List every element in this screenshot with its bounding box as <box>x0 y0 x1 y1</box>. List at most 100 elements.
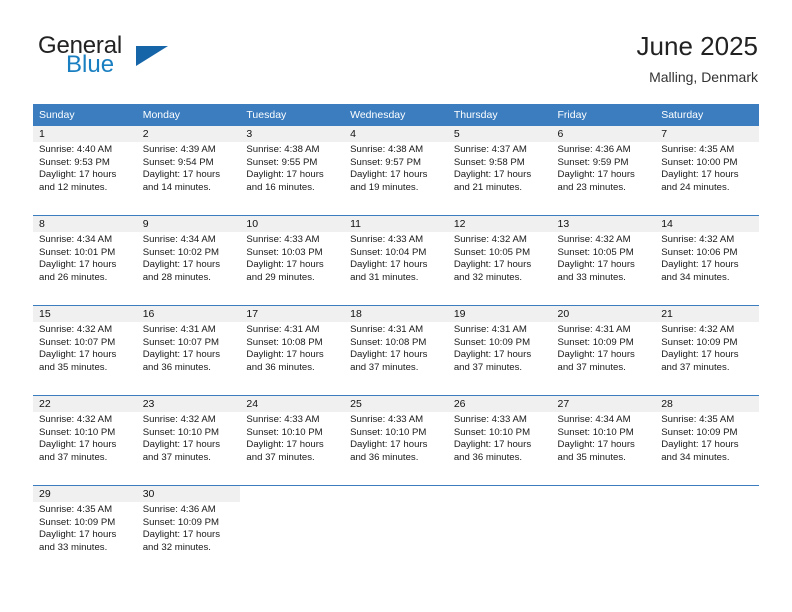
sunset-text: Sunset: 10:01 PM <box>39 246 116 258</box>
calendar-column-header-friday: Friday <box>551 104 656 126</box>
sunrise-text: Sunrise: 4:37 AM <box>453 144 527 155</box>
calendar-day-cell[interactable]: 3 Sunrise: 4:38 AM Sunset: 9:55 PM Daylight… <box>240 126 345 210</box>
calendar-week-row: 1 Sunrise: 4:40 AM Sunset: 9:53 PM Daylight… <box>33 126 759 210</box>
calendar-day-cell[interactable]: 10 Sunrise: 4:33 AM Sunset: 10:03 PM Daylig… <box>240 216 345 300</box>
day-number: 12 <box>447 216 552 232</box>
calendar-day-cell[interactable]: 2 Sunrise: 4:39 AM Sunset: 9:54 PM Daylight… <box>136 126 241 210</box>
sunset-text: Sunset: 10:09 PM <box>453 336 531 348</box>
sunset-text: Sunset: 9:58 PM <box>453 156 525 168</box>
sunrise-text: Sunrise: 4:32 AM <box>661 234 735 245</box>
calendar-day-cell[interactable]: 11 Sunrise: 4:33 AM Sunset: 10:04 PM Daylig… <box>344 216 448 300</box>
calendar-day-cell[interactable]: 12 Sunrise: 4:32 AM Sunset: 10:05 PM Daylig… <box>447 216 552 300</box>
calendar-column-header-saturday: Saturday <box>655 104 759 126</box>
calendar-cell: 28 Sunrise: 4:35 AM Sunset: 10:09 PM Daylig… <box>655 396 759 480</box>
day-number: 24 <box>240 396 345 412</box>
day-details: Sunrise: 4:32 AM Sunset: 10:10 PM Daylight… <box>137 412 241 464</box>
daylight-text-line1: Daylight: 17 hours <box>350 169 428 181</box>
sunset-text: Sunset: 10:04 PM <box>350 246 427 258</box>
day-number: 22 <box>33 396 137 412</box>
brand-logo[interactable]: General Blue <box>38 34 258 90</box>
calendar-cell: 14 Sunrise: 4:32 AM Sunset: 10:06 PM Daylig… <box>655 216 759 300</box>
calendar-day-cell[interactable]: 9 Sunrise: 4:34 AM Sunset: 10:02 PM Dayligh… <box>136 216 241 300</box>
calendar-day-cell[interactable]: 16 Sunrise: 4:31 AM Sunset: 10:07 PM Daylig… <box>136 306 241 390</box>
sunset-text: Sunset: 9:54 PM <box>142 156 214 168</box>
sunset-text: Sunset: 10:09 PM <box>661 336 738 348</box>
daylight-text-line2: and 37 minutes. <box>557 361 626 373</box>
calendar-day-cell[interactable]: 23 Sunrise: 4:32 AM Sunset: 10:10 PM Daylig… <box>136 396 241 480</box>
daylight-text-line1: Daylight: 17 hours <box>350 349 428 361</box>
daylight-text-line1: Daylight: 17 hours <box>246 349 324 361</box>
calendar-day-cell[interactable]: 28 Sunrise: 4:35 AM Sunset: 10:09 PM Daylig… <box>655 396 759 480</box>
day-details: Sunrise: 4:33 AM Sunset: 10:10 PM Daylight… <box>240 412 344 464</box>
calendar-empty-cell <box>240 486 345 570</box>
day-details: Sunrise: 4:34 AM Sunset: 10:02 PM Daylight… <box>137 232 241 284</box>
sunset-text: Sunset: 10:09 PM <box>39 516 116 528</box>
calendar-day-cell[interactable]: 4 Sunrise: 4:38 AM Sunset: 9:57 PM Daylight… <box>344 126 448 210</box>
day-number: 20 <box>551 306 656 322</box>
day-details: Sunrise: 4:36 AM Sunset: 10:09 PM Daylight… <box>137 502 241 554</box>
calendar-week-row: 22 Sunrise: 4:32 AM Sunset: 10:10 PM Daylig… <box>33 396 759 480</box>
sunset-text: Sunset: 10:10 PM <box>453 426 531 438</box>
calendar-column-header-sunday: Sunday <box>33 104 137 126</box>
daylight-text-line1: Daylight: 17 hours <box>246 259 324 271</box>
calendar-day-cell[interactable]: 19 Sunrise: 4:31 AM Sunset: 10:09 PM Daylig… <box>447 306 552 390</box>
day-details: Sunrise: 4:32 AM Sunset: 10:05 PM Daylight… <box>552 232 656 284</box>
sunset-text: Sunset: 10:05 PM <box>453 246 531 258</box>
sunrise-text: Sunrise: 4:34 AM <box>557 414 631 425</box>
daylight-text-line2: and 34 minutes. <box>661 271 730 283</box>
sunrise-text: Sunrise: 4:32 AM <box>39 324 113 335</box>
day-details: Sunrise: 4:34 AM Sunset: 10:01 PM Daylight… <box>33 232 137 284</box>
calendar-day-cell[interactable]: 27 Sunrise: 4:34 AM Sunset: 10:10 PM Daylig… <box>551 396 656 480</box>
calendar-day-cell[interactable]: 20 Sunrise: 4:31 AM Sunset: 10:09 PM Daylig… <box>551 306 656 390</box>
daylight-text-line2: and 37 minutes. <box>453 361 523 373</box>
calendar-day-cell[interactable]: 15 Sunrise: 4:32 AM Sunset: 10:07 PM Daylig… <box>33 306 137 390</box>
day-details: Sunrise: 4:32 AM Sunset: 10:09 PM Daylight… <box>655 322 759 374</box>
calendar-day-cell[interactable]: 6 Sunrise: 4:36 AM Sunset: 9:59 PM Daylight… <box>551 126 656 210</box>
calendar-day-cell[interactable]: 13 Sunrise: 4:32 AM Sunset: 10:05 PM Daylig… <box>551 216 656 300</box>
calendar-cell: 10 Sunrise: 4:33 AM Sunset: 10:03 PM Daylig… <box>240 216 345 300</box>
sunset-text: Sunset: 10:05 PM <box>557 246 634 258</box>
daylight-text-line1: Daylight: 17 hours <box>557 439 635 451</box>
calendar-day-cell[interactable]: 29 Sunrise: 4:35 AM Sunset: 10:09 PM Daylig… <box>33 486 137 570</box>
daylight-text-line1: Daylight: 17 hours <box>39 529 117 541</box>
sunset-text: Sunset: 10:08 PM <box>350 336 427 348</box>
daylight-text-line2: and 21 minutes. <box>453 181 523 193</box>
day-number: 11 <box>344 216 448 232</box>
daylight-text-line2: and 37 minutes. <box>246 451 315 463</box>
calendar-day-cell[interactable]: 30 Sunrise: 4:36 AM Sunset: 10:09 PM Daylig… <box>136 486 241 570</box>
calendar-day-cell[interactable]: 14 Sunrise: 4:32 AM Sunset: 10:06 PM Daylig… <box>655 216 759 300</box>
sunrise-text: Sunrise: 4:31 AM <box>557 324 631 335</box>
daylight-text-line1: Daylight: 17 hours <box>246 169 324 181</box>
daylight-text-line1: Daylight: 17 hours <box>39 169 117 181</box>
day-number: 30 <box>136 486 241 502</box>
daylight-text-line2: and 35 minutes. <box>39 361 108 373</box>
day-number: 26 <box>447 396 552 412</box>
daylight-text-line2: and 35 minutes. <box>557 451 626 463</box>
day-details: Sunrise: 4:35 AM Sunset: 10:09 PM Daylight… <box>655 412 759 464</box>
sunset-text: Sunset: 10:10 PM <box>142 426 219 438</box>
calendar-cell: 5 Sunrise: 4:37 AM Sunset: 9:58 PM Daylight… <box>447 126 552 210</box>
page-header: General Blue June 2025 Malling, Denmark <box>33 28 758 94</box>
calendar-day-cell[interactable]: 5 Sunrise: 4:37 AM Sunset: 9:58 PM Daylight… <box>447 126 552 210</box>
calendar-day-cell[interactable]: 1 Sunrise: 4:40 AM Sunset: 9:53 PM Daylight… <box>33 126 137 210</box>
calendar-day-cell[interactable]: 22 Sunrise: 4:32 AM Sunset: 10:10 PM Daylig… <box>33 396 137 480</box>
calendar-day-cell[interactable]: 17 Sunrise: 4:31 AM Sunset: 10:08 PM Daylig… <box>240 306 345 390</box>
day-number: 16 <box>136 306 241 322</box>
calendar-day-cell[interactable]: 24 Sunrise: 4:33 AM Sunset: 10:10 PM Daylig… <box>240 396 345 480</box>
calendar-cell: 26 Sunrise: 4:33 AM Sunset: 10:10 PM Daylig… <box>447 396 552 480</box>
daylight-text-line2: and 19 minutes. <box>350 181 419 193</box>
calendar-table: Sunday Monday Tuesday Wednesday Thursday Frid… <box>33 104 759 570</box>
daylight-text-line1: Daylight: 17 hours <box>350 439 428 451</box>
calendar-day-cell[interactable]: 21 Sunrise: 4:32 AM Sunset: 10:09 PM Daylig… <box>655 306 759 390</box>
day-details: Sunrise: 4:37 AM Sunset: 9:58 PM Daylight:… <box>448 142 552 194</box>
day-number: 14 <box>655 216 759 232</box>
calendar-day-cell[interactable]: 18 Sunrise: 4:31 AM Sunset: 10:08 PM Daylig… <box>344 306 448 390</box>
calendar-day-cell[interactable]: 7 Sunrise: 4:35 AM Sunset: 10:00 PM Dayligh… <box>655 126 759 210</box>
calendar-column-header-tuesday: Tuesday <box>240 104 345 126</box>
calendar-day-cell[interactable]: 25 Sunrise: 4:33 AM Sunset: 10:10 PM Daylig… <box>344 396 448 480</box>
sunrise-text: Sunrise: 4:34 AM <box>39 234 113 245</box>
calendar-day-cell[interactable]: 26 Sunrise: 4:33 AM Sunset: 10:10 PM Daylig… <box>447 396 552 480</box>
calendar-page: General Blue June 2025 Malling, Denmark … <box>0 0 792 612</box>
calendar-day-cell[interactable]: 8 Sunrise: 4:34 AM Sunset: 10:01 PM Dayligh… <box>33 216 137 300</box>
daylight-text-line2: and 36 minutes. <box>453 451 523 463</box>
